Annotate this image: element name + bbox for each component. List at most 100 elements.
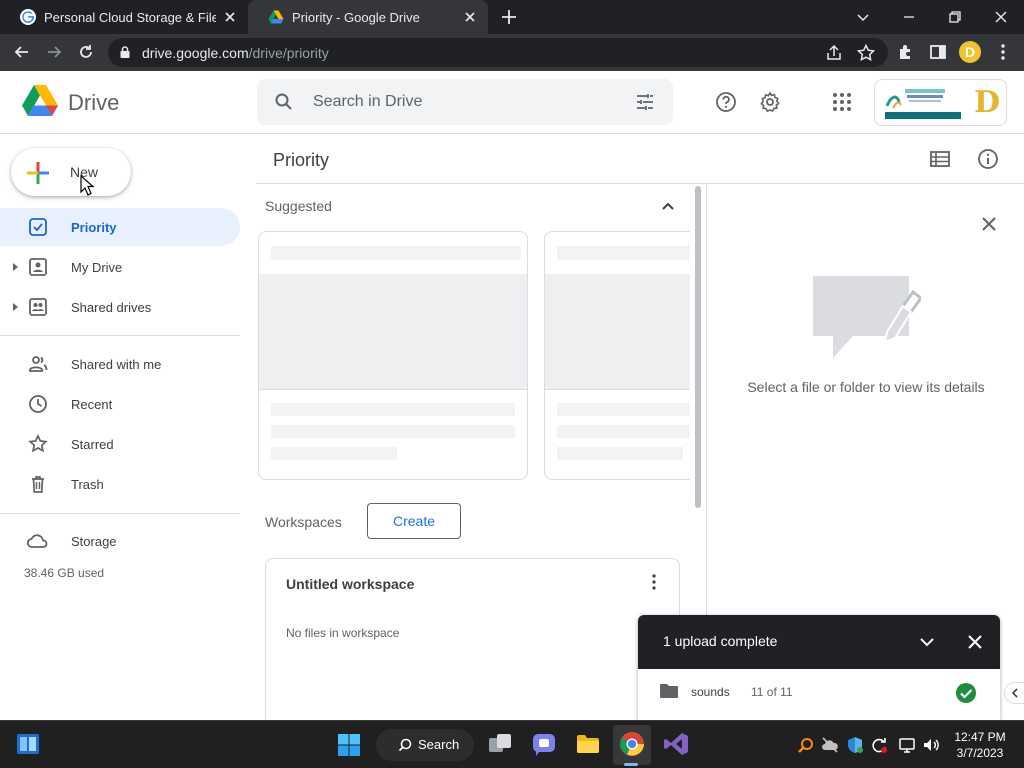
sync-update-icon[interactable] xyxy=(870,736,888,754)
workspace-title[interactable]: Untitled workspace xyxy=(286,576,414,592)
details-illustration-icon xyxy=(813,276,921,358)
browser-tab-personal-cloud-storage[interactable]: Personal Cloud Storage & File Sh xyxy=(0,0,248,34)
windows-taskbar: Search 12:47 PM 3/7/2023 xyxy=(0,720,1024,768)
my-drive-icon xyxy=(29,258,47,276)
suggested-file-card-loading[interactable] xyxy=(258,231,528,480)
search-magnifier-tray-icon[interactable] xyxy=(797,736,815,754)
sidebar-item-priority[interactable]: Priority xyxy=(0,208,240,246)
sidebar-item-starred[interactable]: Starred xyxy=(0,425,240,463)
task-view-icon[interactable] xyxy=(487,731,513,757)
onedrive-offline-icon[interactable] xyxy=(821,736,839,754)
fairfax-county-public-schools-logo xyxy=(885,89,961,119)
trash-icon xyxy=(32,476,44,493)
chevron-up-icon[interactable] xyxy=(658,196,678,216)
browser-menu-kebab-icon[interactable] xyxy=(993,42,1013,62)
google-drive-logo-icon[interactable] xyxy=(22,84,58,118)
clock-date: 3/7/2023 xyxy=(956,746,1004,760)
url-host: drive.google.com xyxy=(142,45,249,61)
upload-item-count: 11 of 11 xyxy=(751,685,793,699)
loading-placeholder xyxy=(557,403,690,416)
suggested-section-label: Suggested xyxy=(265,198,332,214)
loading-thumbnail-placeholder xyxy=(259,274,527,390)
view-details-info-icon[interactable] xyxy=(977,148,999,170)
profile-avatar-letter[interactable]: D xyxy=(971,86,1003,120)
more-options-kebab-icon[interactable] xyxy=(645,572,663,592)
taskbar-search-label: Search xyxy=(418,737,460,752)
restore-window-icon[interactable] xyxy=(944,6,966,28)
settings-gear-icon[interactable] xyxy=(759,91,781,113)
browser-tab-priority-google-drive[interactable]: Priority - Google Drive xyxy=(248,0,488,34)
sidebar-item-shared-with-me[interactable]: Shared with me xyxy=(0,345,240,383)
loading-placeholder xyxy=(271,403,515,416)
chrome-browser-icon[interactable] xyxy=(619,731,645,757)
forward-arrow-icon[interactable] xyxy=(44,42,64,62)
app-name[interactable]: Drive xyxy=(68,90,119,116)
sidebar-divider xyxy=(0,335,240,336)
google-apps-grid-icon[interactable] xyxy=(831,91,853,113)
upload-panel-header: 1 upload complete xyxy=(638,615,1000,669)
list-view-icon[interactable] xyxy=(929,149,951,169)
workspace-card[interactable]: Untitled workspace No files in workspace xyxy=(265,558,680,728)
extensions-puzzle-icon[interactable] xyxy=(896,42,916,62)
profile-avatar[interactable]: D xyxy=(959,41,981,63)
close-icon[interactable] xyxy=(980,215,998,233)
new-button[interactable]: New xyxy=(11,148,131,196)
file-explorer-icon[interactable] xyxy=(575,731,601,757)
lock-icon[interactable] xyxy=(118,45,132,59)
minimize-window-icon[interactable] xyxy=(898,6,920,28)
close-tab-icon[interactable] xyxy=(222,9,238,25)
widgets-icon[interactable] xyxy=(16,733,40,755)
sidebar-item-label: Starred xyxy=(71,437,114,452)
new-tab-plus-icon[interactable] xyxy=(500,8,518,26)
teams-chat-icon[interactable] xyxy=(531,731,557,757)
close-window-icon[interactable] xyxy=(990,6,1012,28)
shared-with-me-icon xyxy=(29,356,48,372)
help-support-icon[interactable] xyxy=(715,91,737,113)
expand-caret-icon[interactable] xyxy=(10,262,20,272)
taskbar-search-box[interactable]: Search xyxy=(376,729,474,761)
scrollbar-thumb[interactable] xyxy=(695,186,701,508)
back-arrow-icon[interactable] xyxy=(12,42,32,62)
show-side-panel-toggle[interactable] xyxy=(1004,682,1024,704)
cloud-icon xyxy=(26,534,48,548)
chevron-down-icon[interactable] xyxy=(917,632,937,652)
sidebar-item-shared-drives[interactable]: Shared drives xyxy=(0,288,240,326)
running-app-indicator xyxy=(624,763,638,766)
suggested-file-card-loading[interactable] xyxy=(544,231,690,480)
windows-start-icon[interactable] xyxy=(337,733,361,757)
sidebar-item-recent[interactable]: Recent xyxy=(0,385,240,423)
create-workspace-button[interactable]: Create xyxy=(367,503,461,539)
star-icon xyxy=(28,434,48,453)
address-bar[interactable]: drive.google.com/drive/priority xyxy=(108,38,888,67)
close-icon[interactable] xyxy=(965,632,985,652)
side-panel-icon[interactable] xyxy=(928,42,948,62)
search-input[interactable]: Search in Drive xyxy=(313,93,422,111)
sidebar-item-trash[interactable]: Trash xyxy=(0,465,240,503)
upload-panel-title: 1 upload complete xyxy=(663,633,778,649)
system-clock[interactable]: 12:47 PM 3/7/2023 xyxy=(950,729,1010,761)
reload-icon[interactable] xyxy=(76,42,96,62)
close-tab-icon[interactable] xyxy=(462,9,478,25)
security-shield-icon[interactable] xyxy=(846,736,864,754)
search-bar[interactable]: Search in Drive xyxy=(257,79,673,125)
account-badge[interactable]: D xyxy=(874,79,1007,126)
visual-studio-icon[interactable] xyxy=(663,731,689,757)
volume-speaker-icon[interactable] xyxy=(922,736,940,754)
share-page-icon[interactable] xyxy=(824,43,844,63)
expand-caret-icon[interactable] xyxy=(10,302,20,312)
sidebar-item-my-drive[interactable]: My Drive xyxy=(0,248,240,286)
clock-time: 12:47 PM xyxy=(954,730,1006,744)
bookmark-star-icon[interactable] xyxy=(856,43,876,63)
workspaces-section-label: Workspaces xyxy=(265,514,342,530)
sidebar-item-storage[interactable]: Storage xyxy=(0,522,240,560)
upload-item-name[interactable]: sounds xyxy=(691,685,730,699)
shared-drives-icon xyxy=(29,298,47,316)
details-empty-message: Select a file or folder to view its deta… xyxy=(747,379,985,395)
workspace-empty-message: No files in workspace xyxy=(286,626,400,640)
tab-search-chevron-icon[interactable] xyxy=(852,6,874,28)
network-display-icon[interactable] xyxy=(898,736,916,754)
search-options-tune-icon[interactable] xyxy=(635,92,655,112)
search-icon[interactable] xyxy=(274,92,294,112)
loading-placeholder xyxy=(271,447,397,460)
loading-placeholder xyxy=(557,447,683,460)
